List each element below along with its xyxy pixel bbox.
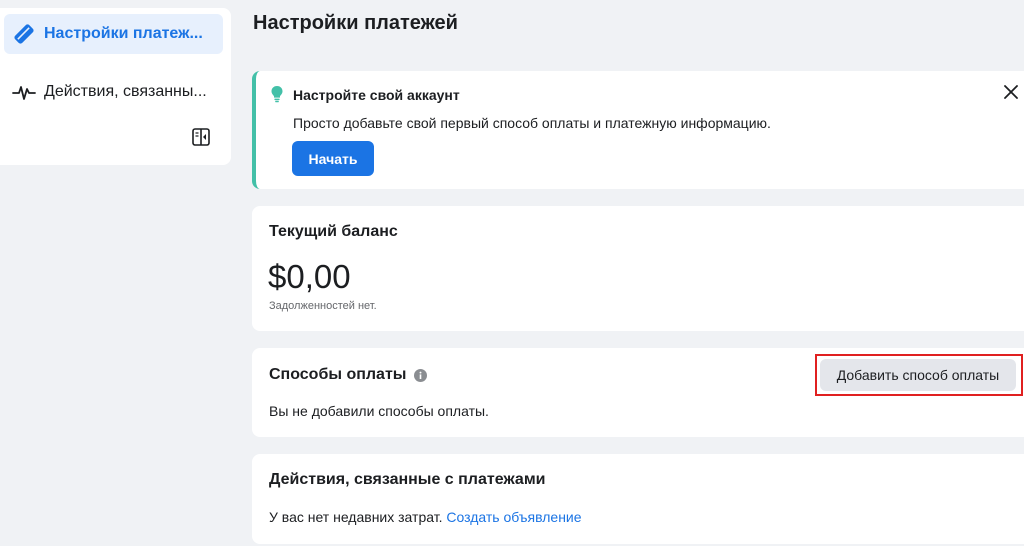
payment-methods-heading: Способы оплаты xyxy=(269,366,428,384)
lightbulb-icon xyxy=(270,85,284,108)
create-ad-link[interactable]: Создать объявление xyxy=(446,509,581,525)
sidebar-item-payment-activity[interactable]: Действия, связанны... xyxy=(4,72,223,112)
balance-note: Задолженностей нет. xyxy=(269,300,377,312)
page-title: Настройки платежей xyxy=(253,12,458,34)
payment-activity-text: У вас нет недавних затрат. Создать объяв… xyxy=(269,509,582,525)
payment-activity-title: Действия, связанные с платежами xyxy=(269,471,546,488)
collapse-panel-icon xyxy=(191,127,211,152)
start-button[interactable]: Начать xyxy=(292,141,374,176)
balance-title: Текущий баланс xyxy=(269,223,398,240)
sidebar-item-label: Действия, связанны... xyxy=(44,83,207,100)
balance-amount: $0,00 xyxy=(268,258,351,295)
banner-title: Настройте свой аккаунт xyxy=(293,87,460,103)
collapse-sidebar-button[interactable] xyxy=(190,127,212,152)
card-pen-icon xyxy=(10,22,38,46)
activity-pulse-icon xyxy=(10,80,38,104)
setup-account-banner: Настройте свой аккаунт Просто добавьте с… xyxy=(252,71,1024,189)
payment-methods-empty-text: Вы не добавили способы оплаты. xyxy=(269,403,489,419)
payment-methods-card: Способы оплаты Вы не добавили способы оп… xyxy=(252,348,1024,437)
banner-text: Просто добавьте свой первый способ оплат… xyxy=(293,115,771,131)
payment-methods-title: Способы оплаты xyxy=(269,366,407,383)
add-payment-method-button[interactable]: Добавить способ оплаты xyxy=(820,359,1016,391)
sidebar: Настройки платеж... Действия, связанны..… xyxy=(0,8,231,165)
close-icon xyxy=(1004,84,1018,104)
info-icon[interactable] xyxy=(414,368,428,382)
no-spend-text: У вас нет недавних затрат. xyxy=(269,509,443,525)
current-balance-card: Текущий баланс $0,00 Задолженностей нет. xyxy=(252,206,1024,331)
sidebar-item-payment-settings[interactable]: Настройки платеж... xyxy=(4,14,223,54)
sidebar-item-label: Настройки платеж... xyxy=(44,25,203,42)
close-banner-button[interactable] xyxy=(1002,84,1020,104)
payment-activity-card: Действия, связанные с платежами У вас не… xyxy=(252,454,1024,544)
